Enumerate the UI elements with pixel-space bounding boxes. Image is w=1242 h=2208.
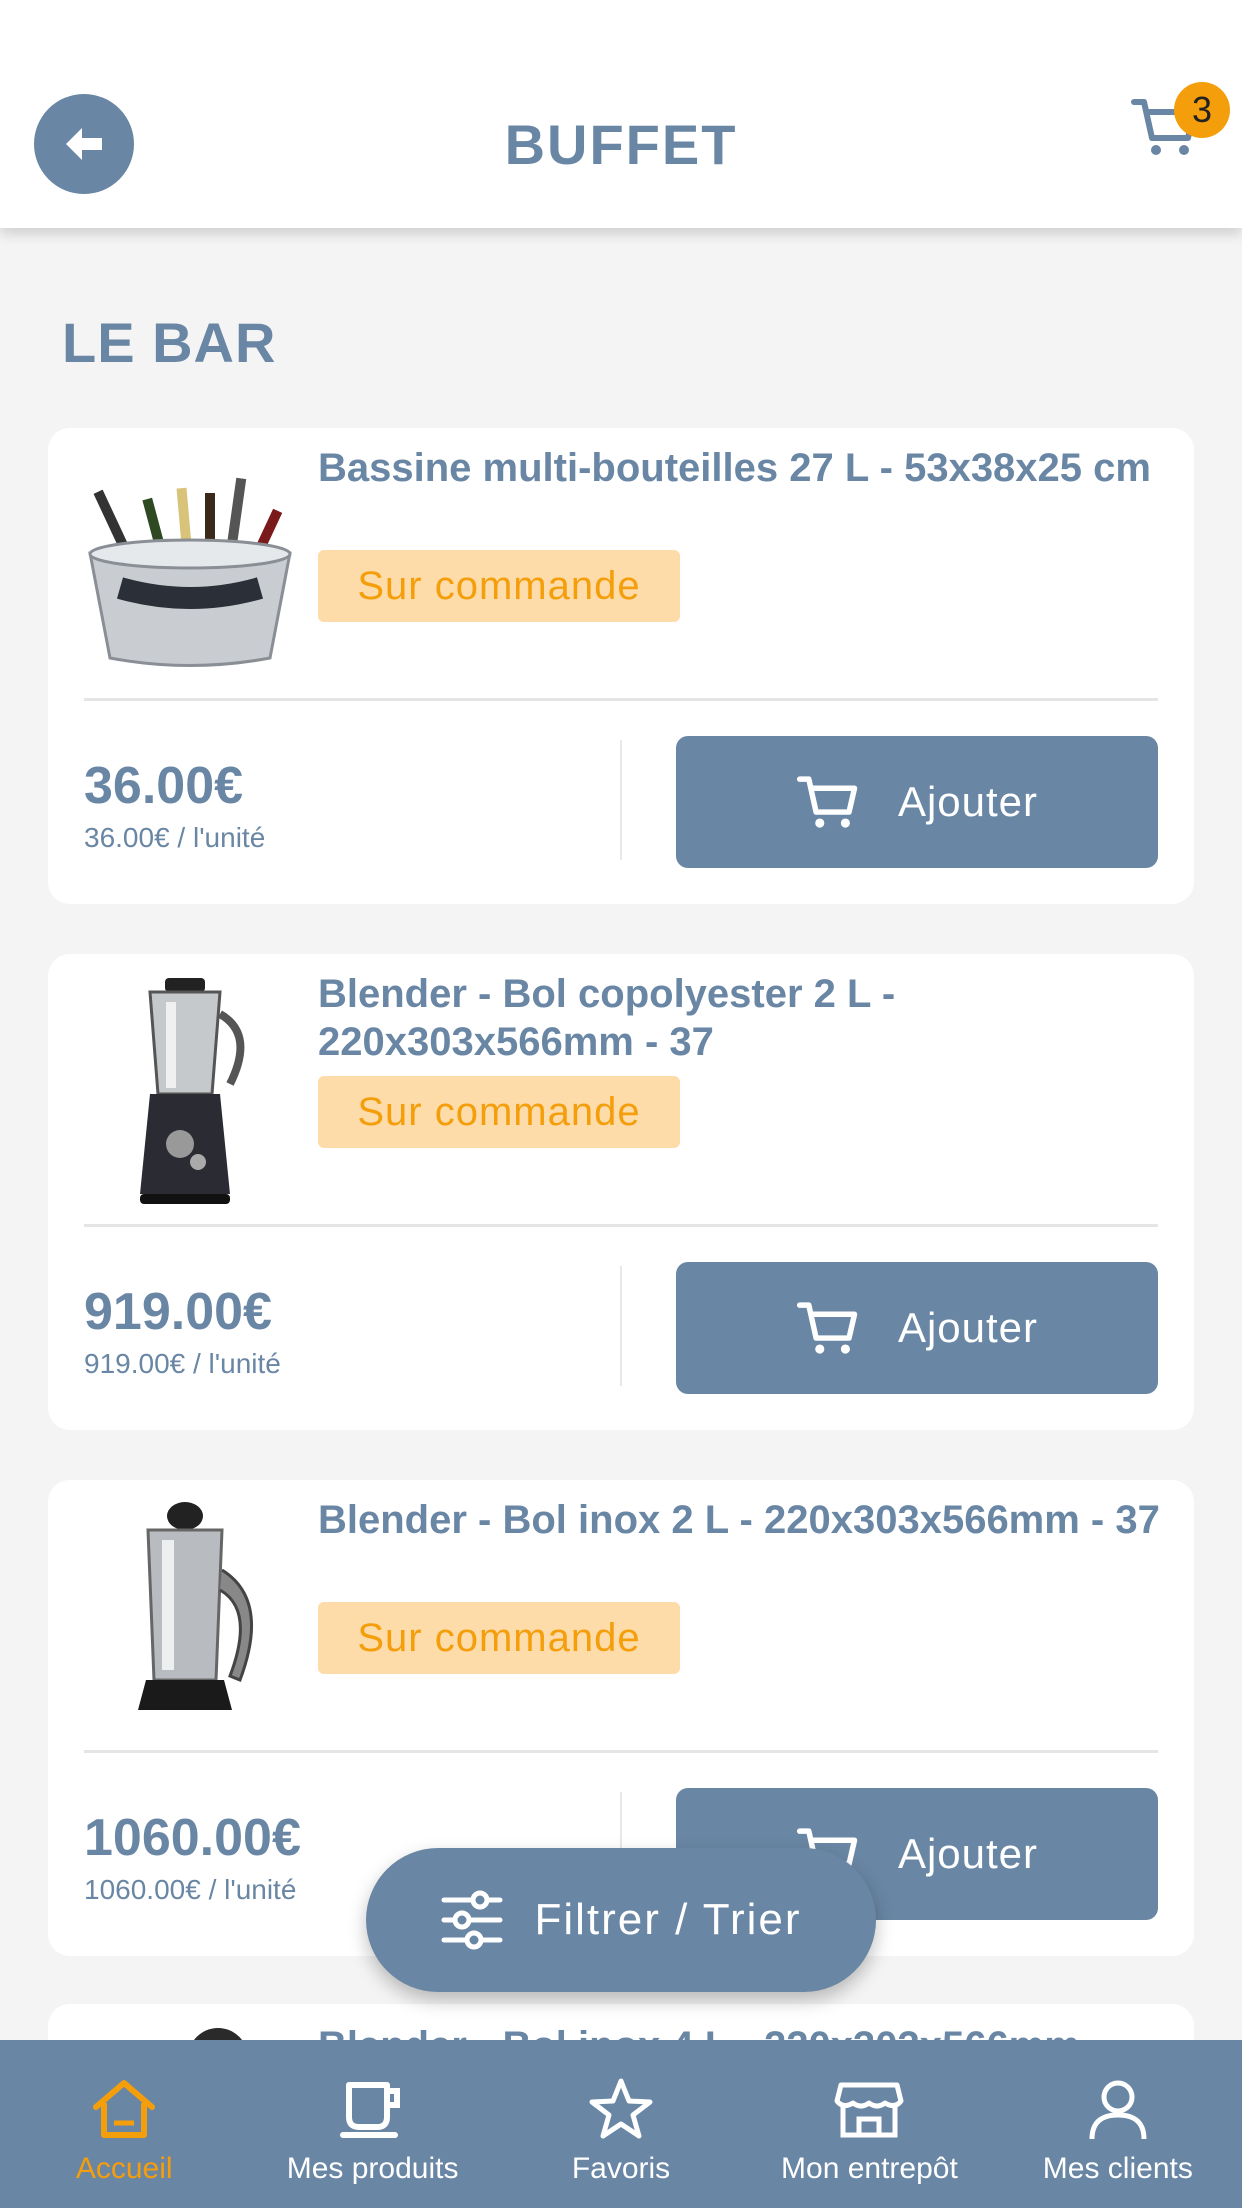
add-to-cart-button[interactable]: Ajouter xyxy=(676,1262,1158,1394)
add-button-label: Ajouter xyxy=(897,1830,1039,1877)
filter-sort-button[interactable]: Filtrer / Trier xyxy=(366,1848,876,1992)
add-button-label: Ajouter xyxy=(897,778,1039,825)
availability-badge: Sur commande xyxy=(318,550,680,622)
app-header: BUFFET 3 xyxy=(0,0,1242,228)
unit-price: 1060.00€ / l'unité xyxy=(84,1874,297,1905)
product-image xyxy=(70,1500,310,1740)
unit-price: 919.00€ / l'unité xyxy=(84,1348,281,1379)
unit-price: 36.00€ / l'unité xyxy=(84,822,266,853)
nav-item-favoris[interactable]: Favoris xyxy=(497,2040,745,2208)
bottom-nav: Accueil Mes produits Favoris Mon entrepô… xyxy=(0,2040,1242,2208)
nav-item-mes-produits[interactable]: Mes produits xyxy=(248,2040,496,2208)
divider xyxy=(84,1750,1158,1753)
product-image xyxy=(70,448,310,688)
home-icon xyxy=(93,2080,156,2138)
cart-count-badge: 3 xyxy=(1174,82,1230,138)
product-price: 36.00€ xyxy=(84,757,244,815)
filter-label: Filtrer / Trier xyxy=(534,1895,802,1944)
nav-item-mon-entrepot[interactable]: Mon entrepôt xyxy=(745,2040,993,2208)
section-title: LE BAR xyxy=(62,311,277,374)
sliders-icon xyxy=(441,1890,503,1950)
availability-badge: Sur commande xyxy=(318,1602,680,1674)
cart-icon xyxy=(796,1302,858,1354)
nav-label: Accueil xyxy=(75,2152,173,2185)
add-button-label: Ajouter xyxy=(897,1304,1039,1351)
user-icon xyxy=(1089,2080,1147,2140)
product-price: 1060.00€ xyxy=(84,1809,301,1867)
star-icon xyxy=(589,2078,653,2139)
vertical-divider xyxy=(620,1266,622,1386)
product-name[interactable]: Bassine multi-bouteilles 27 L - 53x38x25… xyxy=(318,444,1178,492)
nav-item-mes-clients[interactable]: Mes clients xyxy=(994,2040,1242,2208)
add-to-cart-button[interactable]: Ajouter xyxy=(676,736,1158,868)
product-price: 919.00€ xyxy=(84,1283,272,1341)
product-name[interactable]: Blender - Bol inox 2 L - 220x303x566mm -… xyxy=(318,1496,1178,1544)
availability-badge: Sur commande xyxy=(318,1076,680,1148)
product-card[interactable]: Blender - Bol copolyester 2 L - 220x303x… xyxy=(48,954,1194,1430)
divider xyxy=(84,698,1158,701)
nav-label: Mon entrepôt xyxy=(781,2152,958,2185)
nav-label: Mes clients xyxy=(1042,2152,1193,2185)
divider xyxy=(84,1224,1158,1227)
cart-icon xyxy=(796,776,858,828)
nav-item-accueil[interactable]: Accueil xyxy=(0,2040,248,2208)
nav-label: Favoris xyxy=(571,2152,671,2185)
cup-icon xyxy=(339,2082,400,2138)
vertical-divider xyxy=(620,740,622,860)
product-image xyxy=(70,974,310,1214)
store-icon xyxy=(834,2082,904,2138)
nav-label: Mes produits xyxy=(286,2152,459,2185)
product-name[interactable]: Blender - Bol copolyester 2 L - 220x303x… xyxy=(318,970,1178,1066)
page-title: BUFFET xyxy=(504,113,738,176)
product-card[interactable]: Bassine multi-bouteilles 27 L - 53x38x25… xyxy=(48,428,1194,904)
